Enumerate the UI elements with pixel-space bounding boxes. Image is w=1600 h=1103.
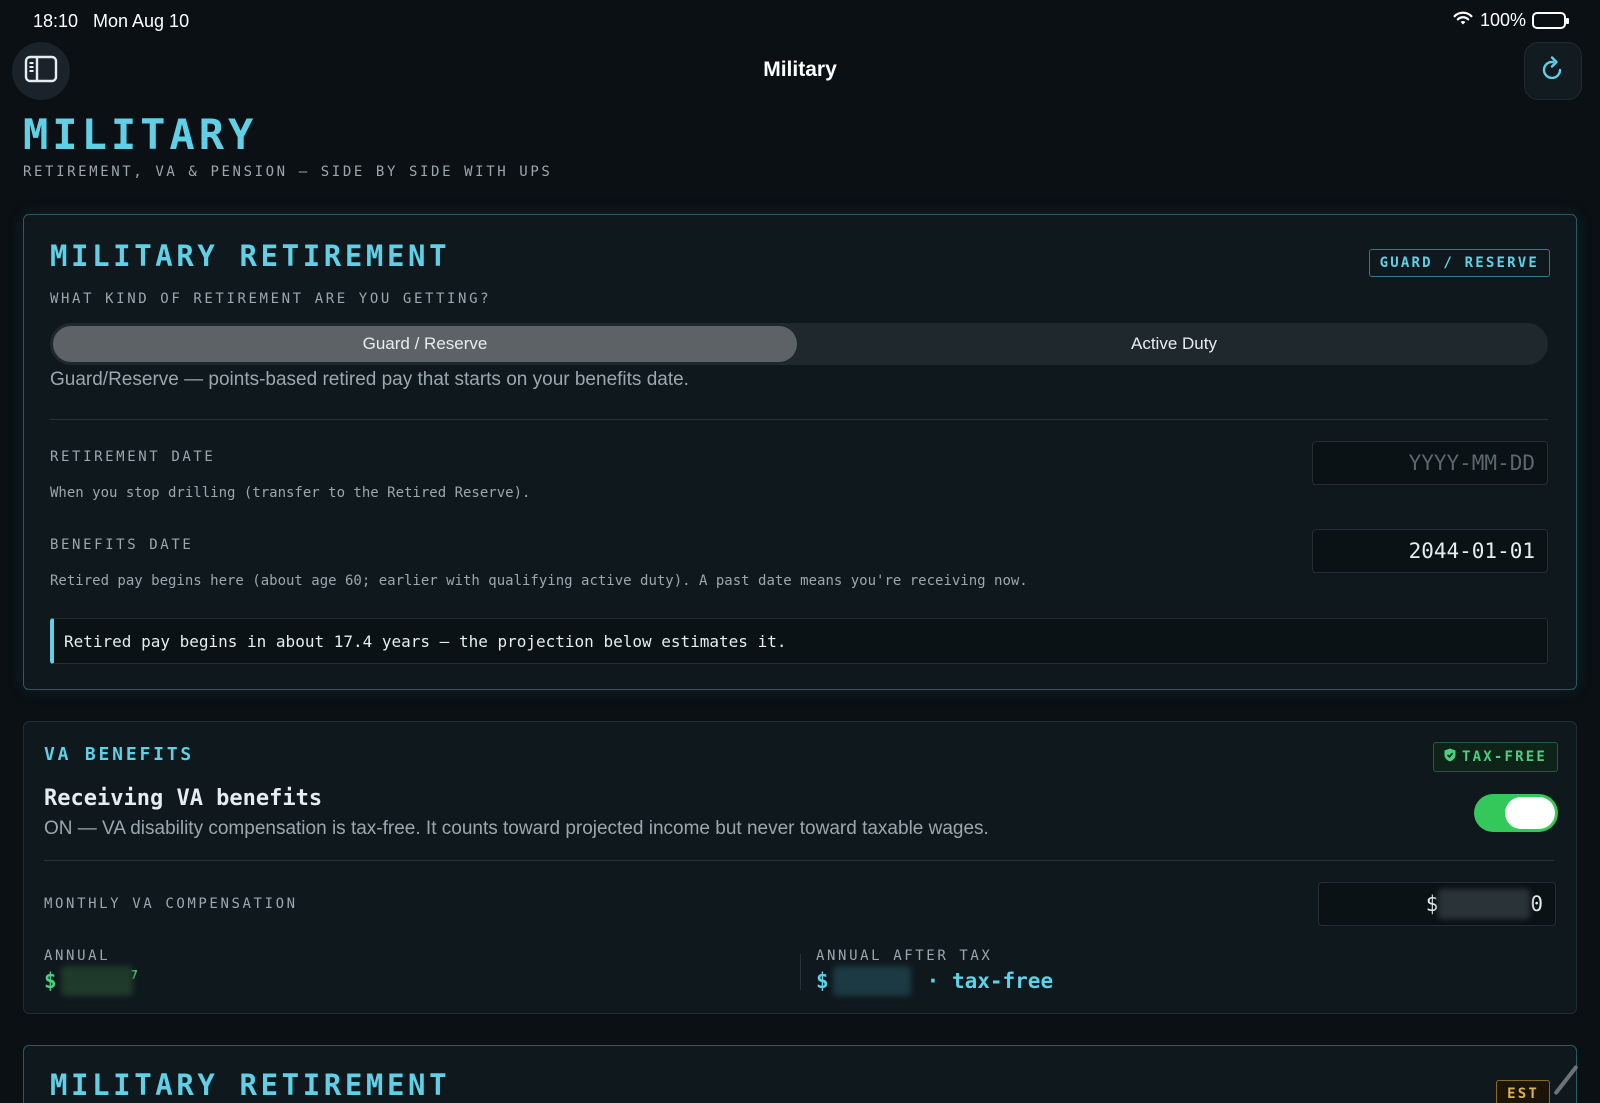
retirement-date-help: When you stop drilling (transfer to the …: [50, 485, 531, 501]
monthly-va-currency: $: [1425, 892, 1439, 916]
retirement-date-input[interactable]: YYYY-MM-DD: [1312, 441, 1548, 485]
page-title: MILITARY: [23, 110, 258, 159]
monthly-va-input[interactable]: $ 0: [1318, 882, 1556, 926]
retirement-date-label: RETIREMENT DATE: [50, 449, 216, 465]
retirement-type-segmented-control: Guard / Reserve Active Duty: [50, 323, 1548, 365]
annual-value: $ 7: [44, 966, 138, 996]
refresh-button[interactable]: [1524, 42, 1582, 100]
benefits-date-label: BENEFITS DATE: [50, 537, 194, 553]
benefits-date-value: 2044-01-01: [1408, 539, 1535, 563]
after-tax-value: $ · tax-free: [816, 966, 1053, 996]
redacted-value: [60, 966, 133, 996]
retirement-type-badge: GUARD / RESERVE: [1368, 249, 1550, 277]
projection-card-title: MILITARY RETIREMENT: [50, 1068, 451, 1102]
annual-currency: $: [44, 969, 57, 993]
segment-active-duty[interactable]: Active Duty: [802, 326, 1546, 362]
status-date: Mon Aug 10: [93, 11, 190, 31]
battery-icon: [1532, 12, 1569, 29]
monthly-va-suffix: 0: [1530, 892, 1543, 916]
tax-free-badge-label: TAX-FREE: [1461, 749, 1547, 765]
shield-icon: [1444, 748, 1456, 766]
va-card-title: VA BENEFITS: [44, 744, 195, 765]
annual-label: ANNUAL: [44, 948, 111, 964]
benefits-date-help: Retired pay begins here (about age 60; e…: [50, 573, 1028, 589]
benefits-date-input[interactable]: 2044-01-01: [1312, 529, 1548, 573]
retirement-callout: Retired pay begins in about 17.4 years —…: [50, 618, 1548, 664]
refresh-icon: [1541, 55, 1565, 87]
toggle-knob: [1505, 797, 1555, 829]
page-subtitle: RETIREMENT, VA & PENSION — SIDE BY SIDE …: [23, 164, 553, 180]
retirement-date-placeholder: YYYY-MM-DD: [1408, 451, 1535, 475]
va-heading: Receiving VA benefits: [44, 786, 323, 811]
va-benefits-toggle[interactable]: [1474, 794, 1558, 832]
segment-guard-reserve[interactable]: Guard / Reserve: [53, 326, 797, 362]
monthly-va-label: MONTHLY VA COMPENSATION: [44, 896, 298, 912]
retirement-type-description: Guard/Reserve — points-based retired pay…: [50, 369, 689, 390]
retirement-type-question: WHAT KIND OF RETIREMENT ARE YOU GETTING?: [50, 291, 492, 307]
divider: [44, 860, 1554, 861]
military-retirement-card: MILITARY RETIREMENT GUARD / RESERVE WHAT…: [23, 214, 1577, 690]
status-indicators: 100%: [1452, 10, 1569, 31]
status-time: 18:10: [33, 11, 79, 31]
nav-title: Military: [763, 58, 837, 81]
after-tax-currency: $: [816, 969, 829, 993]
va-description: ON — VA disability compensation is tax-f…: [44, 818, 989, 839]
status-bar: 18:10 Mon Aug 10 100%: [0, 0, 1600, 40]
after-tax-label: ANNUAL AFTER TAX: [816, 948, 993, 964]
redacted-value: [1438, 889, 1531, 919]
battery-percent: 100%: [1479, 10, 1526, 30]
card-title: MILITARY RETIREMENT: [50, 239, 451, 273]
tax-free-badge: TAX-FREE: [1432, 742, 1558, 772]
stat-divider: [800, 954, 801, 990]
military-retirement-projection-card: MILITARY RETIREMENT EST: [23, 1045, 1577, 1103]
estimate-badge: EST: [1496, 1080, 1550, 1103]
wifi-icon: [1452, 10, 1474, 31]
va-benefits-card: VA BENEFITS TAX-FREE Receiving VA benefi…: [23, 721, 1577, 1014]
redacted-value: [832, 966, 911, 996]
divider: [50, 419, 1548, 420]
after-tax-suffix: · tax-free: [926, 969, 1054, 993]
